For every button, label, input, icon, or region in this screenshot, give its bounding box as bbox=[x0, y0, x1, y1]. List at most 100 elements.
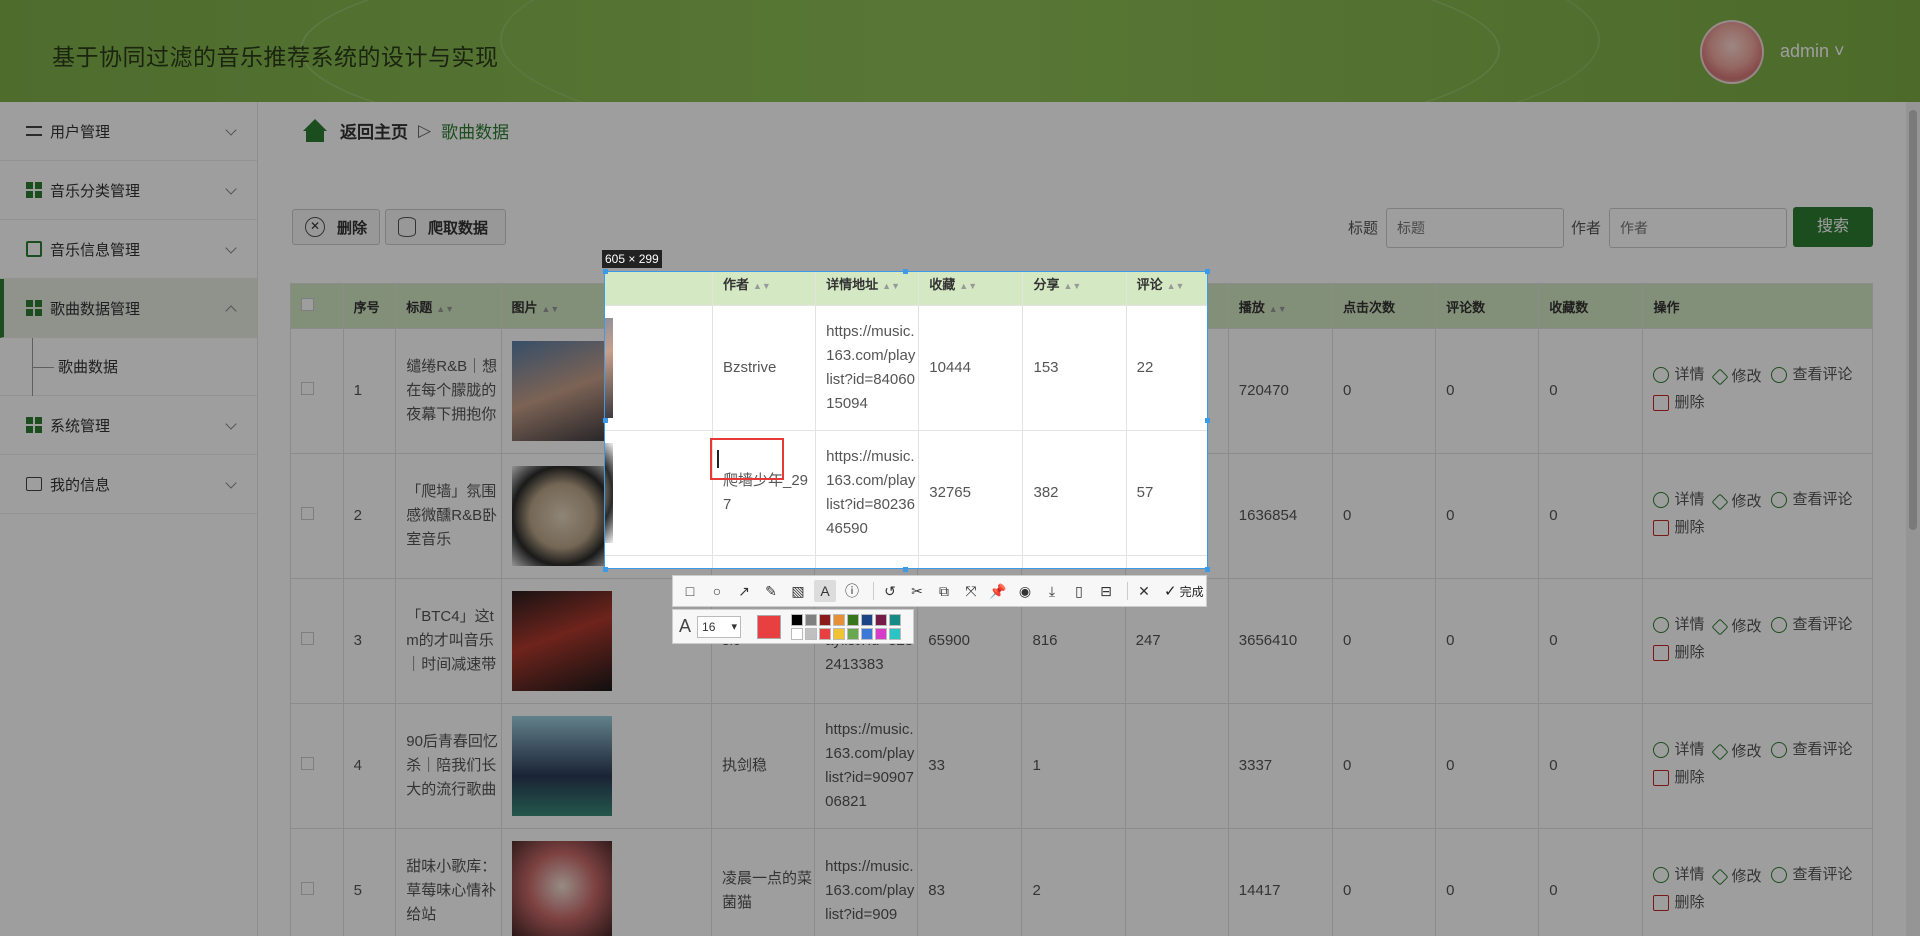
row-checkbox[interactable] bbox=[301, 882, 314, 895]
resize-handle[interactable] bbox=[1205, 418, 1210, 423]
view-comments-button[interactable]: 查看评论 bbox=[1771, 363, 1853, 387]
sidebar-item-music-info[interactable]: 音乐信息管理 bbox=[0, 220, 257, 279]
color-swatch[interactable] bbox=[875, 613, 888, 626]
row-delete-button[interactable]: 删除 bbox=[1653, 891, 1704, 915]
column-header[interactable]: 收藏▲▼ bbox=[918, 272, 1024, 306]
color-swatch[interactable] bbox=[861, 627, 874, 640]
delete-button[interactable]: ✕ 删除 bbox=[292, 209, 380, 245]
scissors-icon[interactable]: ✂ bbox=[906, 580, 928, 602]
edit-button[interactable]: 修改 bbox=[1711, 490, 1761, 514]
sort-icon[interactable]: ▲▼ bbox=[959, 281, 977, 291]
row-checkbox[interactable] bbox=[301, 757, 314, 770]
sort-icon[interactable]: ▲▼ bbox=[542, 304, 560, 314]
color-swatch[interactable] bbox=[819, 627, 832, 640]
sort-icon[interactable]: ▲▼ bbox=[753, 281, 771, 291]
detail-button[interactable]: 详情 bbox=[1653, 613, 1704, 637]
pin-icon[interactable]: 📌 bbox=[987, 580, 1009, 602]
ellipse-tool-icon[interactable]: ○ bbox=[706, 580, 728, 602]
color-swatch[interactable] bbox=[805, 627, 818, 640]
phone-icon[interactable]: ▯ bbox=[1068, 580, 1090, 602]
color-swatch[interactable] bbox=[847, 613, 860, 626]
crawl-data-button[interactable]: 爬取数据 bbox=[385, 209, 506, 245]
long-capture-icon[interactable]: ⤧ bbox=[960, 580, 982, 602]
done-button[interactable]: ✓ 完成 bbox=[1164, 582, 1204, 600]
column-header[interactable]: 标题 ▲▼ bbox=[395, 283, 502, 329]
column-header[interactable] bbox=[290, 283, 344, 329]
row-checkbox[interactable] bbox=[301, 507, 314, 520]
color-swatch[interactable] bbox=[805, 613, 818, 626]
translate-icon[interactable]: ⧉ bbox=[933, 580, 955, 602]
color-swatch[interactable] bbox=[889, 613, 902, 626]
select-all-checkbox[interactable] bbox=[301, 298, 314, 311]
mosaic-tool-icon[interactable]: ▧ bbox=[787, 580, 809, 602]
detail-button[interactable]: 详情 bbox=[1653, 738, 1704, 762]
download-icon[interactable]: ⤓ bbox=[1041, 580, 1063, 602]
resize-handle[interactable] bbox=[603, 418, 608, 423]
sidebar-item-my-info[interactable]: 我的信息 bbox=[0, 455, 257, 514]
sidebar-item-song-data[interactable]: 歌曲数据管理 bbox=[0, 279, 257, 338]
column-header[interactable]: 分享 ▲▼ bbox=[1022, 272, 1127, 306]
bookmark-icon[interactable]: ⊟ bbox=[1095, 580, 1117, 602]
view-comments-button[interactable]: 查看评论 bbox=[1771, 738, 1853, 762]
resize-handle[interactable] bbox=[1205, 567, 1210, 572]
user-menu[interactable]: admin ˅ bbox=[1780, 41, 1845, 62]
column-header[interactable]: 详情地址▲▼ bbox=[815, 272, 920, 306]
avatar[interactable] bbox=[1700, 20, 1764, 84]
color-swatch[interactable] bbox=[833, 613, 846, 626]
column-header[interactable]: 图片▲▼ bbox=[605, 272, 713, 306]
scrollbar-thumb[interactable] bbox=[1909, 110, 1917, 530]
sidebar-subitem-song-data[interactable]: 歌曲数据 bbox=[0, 338, 257, 396]
resize-handle[interactable] bbox=[903, 269, 908, 274]
color-swatch[interactable] bbox=[791, 627, 804, 640]
capture-region[interactable]: 序号标题▲▼图片▲▼作者▲▼详情地址▲▼收藏▲▼分享▲▼评论▲▼播放▲▼点击次数… bbox=[604, 271, 1208, 569]
close-icon[interactable]: ✕ bbox=[1133, 580, 1155, 602]
view-comments-button[interactable]: 查看评论 bbox=[1771, 863, 1853, 887]
rectangle-tool-icon[interactable]: □ bbox=[679, 580, 701, 602]
sort-icon[interactable]: ▲▼ bbox=[1064, 281, 1082, 291]
column-header[interactable]: 播放 ▲▼ bbox=[1227, 283, 1333, 329]
record-icon[interactable]: ◉ bbox=[1014, 580, 1036, 602]
row-delete-button[interactable]: 删除 bbox=[1653, 641, 1704, 665]
pen-tool-icon[interactable]: ✎ bbox=[760, 580, 782, 602]
breadcrumb-home[interactable]: 返回主页 bbox=[340, 118, 408, 143]
edit-button[interactable]: 修改 bbox=[1711, 365, 1761, 389]
row-delete-button[interactable]: 删除 bbox=[1653, 391, 1704, 415]
color-swatch[interactable] bbox=[861, 613, 874, 626]
row-checkbox[interactable] bbox=[301, 382, 314, 395]
color-swatch[interactable] bbox=[819, 613, 832, 626]
sort-icon[interactable]: ▲▼ bbox=[1167, 281, 1185, 291]
text-annotation-box[interactable] bbox=[710, 438, 784, 480]
undo-icon[interactable]: ↺ bbox=[879, 580, 901, 602]
sidebar-item-user-management[interactable]: 用户管理 bbox=[0, 102, 257, 161]
row-delete-button[interactable]: 删除 bbox=[1653, 766, 1704, 790]
row-checkbox[interactable] bbox=[301, 632, 314, 645]
current-color-swatch[interactable] bbox=[757, 614, 782, 639]
home-icon[interactable] bbox=[302, 118, 328, 143]
view-comments-button[interactable]: 查看评论 bbox=[1771, 488, 1853, 512]
edit-button[interactable]: 修改 bbox=[1711, 615, 1761, 639]
sort-icon[interactable]: ▲▼ bbox=[882, 281, 900, 291]
color-swatch[interactable] bbox=[889, 627, 902, 640]
title-search-input[interactable] bbox=[1386, 208, 1564, 248]
detail-button[interactable]: 详情 bbox=[1653, 863, 1704, 887]
color-swatch[interactable] bbox=[847, 627, 860, 640]
sort-icon[interactable]: ▲▼ bbox=[436, 304, 454, 314]
color-swatch[interactable] bbox=[875, 627, 888, 640]
column-header[interactable]: 评论 ▲▼ bbox=[1125, 272, 1207, 306]
sidebar-item-system[interactable]: 系统管理 bbox=[0, 396, 257, 455]
row-delete-button[interactable]: 删除 bbox=[1653, 516, 1704, 540]
detail-button[interactable]: 详情 bbox=[1653, 363, 1704, 387]
search-button[interactable]: 搜索 bbox=[1793, 207, 1873, 247]
color-swatch[interactable] bbox=[833, 627, 846, 640]
detail-button[interactable]: 详情 bbox=[1653, 488, 1704, 512]
resize-handle[interactable] bbox=[1205, 269, 1210, 274]
resize-handle[interactable] bbox=[603, 567, 608, 572]
color-swatch[interactable] bbox=[791, 613, 804, 626]
number-tool-icon[interactable]: ⓘ bbox=[841, 580, 863, 602]
arrow-tool-icon[interactable]: ↗ bbox=[733, 580, 755, 602]
sidebar-item-music-category[interactable]: 音乐分类管理 bbox=[0, 161, 257, 220]
edit-button[interactable]: 修改 bbox=[1711, 865, 1761, 889]
resize-handle[interactable] bbox=[603, 269, 608, 274]
text-tool-icon[interactable]: A bbox=[814, 580, 836, 602]
edit-button[interactable]: 修改 bbox=[1711, 740, 1761, 764]
